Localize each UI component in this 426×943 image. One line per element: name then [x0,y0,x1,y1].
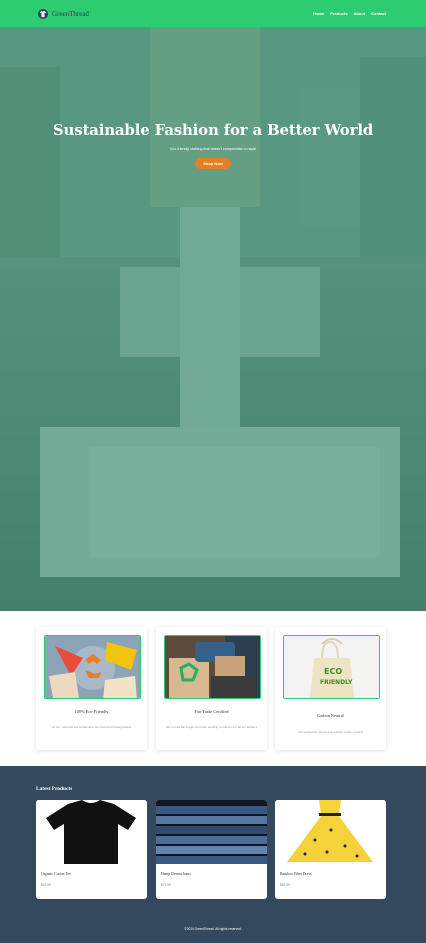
product-price: $69.99 [280,883,290,887]
hero-content: Sustainable Fashion for a Better World E… [0,121,426,170]
product-card[interactable]: Hemp Denim Jeans $79.99 [156,800,267,899]
hero-title: Sustainable Fashion for a Better World [52,121,374,139]
main-nav: Home Products About Contact [313,11,386,16]
shirt-icon [38,8,48,19]
hero-section: Sustainable Fashion for a Better World E… [0,27,426,611]
feature-card-carbon: ECO FRIENDLY Carbon Neutral Our producti… [275,627,386,750]
yellow-dress-image [275,800,386,864]
feature-title: Carbon Neutral [317,713,344,718]
nav-contact[interactable]: Contact [371,11,386,16]
site-header: GreenThread Home Products About Contact [0,0,426,27]
product-card[interactable]: Bamboo Fiber Dress $69.99 [275,800,386,899]
feature-text: We ensure fair wages and safe working co… [165,725,258,729]
recycle-symbol-image [44,635,141,699]
product-price: $79.99 [161,883,171,887]
nav-about[interactable]: About [354,11,366,16]
feature-text: Our production process is entirely carbo… [298,730,363,734]
product-price: $29.99 [41,883,51,887]
feature-title: 100% Eco-Friendly [74,709,109,714]
latest-products-section: Latest Products Organic Cotton Tee $29.9… [0,766,426,943]
feature-card-eco: 100% Eco-Friendly All our materials are … [36,627,147,750]
feature-title: Fair Trade Certified [194,709,229,714]
recycling-box-image [164,635,261,699]
product-name: Organic Cotton Tee [41,872,71,876]
feature-text: All our materials are sustainably source… [51,725,132,729]
shop-now-button[interactable]: Shop Now [195,158,231,169]
hero-subtitle: Eco-friendly clothing that doesn't compr… [170,147,256,151]
tote-bag-image: ECO FRIENDLY [283,635,380,699]
footer-copyright: ©2024 GreenThread. All rights reserved. [184,927,242,931]
features-section: 100% Eco-Friendly All our materials are … [0,611,426,767]
product-name: Bamboo Fiber Dress [280,872,312,876]
products-heading: Latest Products [36,786,73,792]
brand-name: GreenThread [52,9,89,18]
hero-overlay [0,27,426,611]
brand[interactable]: GreenThread [38,8,89,19]
product-card[interactable]: Organic Cotton Tee $29.99 [36,800,147,899]
black-t-shirt-image [36,800,147,864]
nav-home[interactable]: Home [313,11,324,16]
feature-card-fair-trade: Fair Trade Certified We ensure fair wage… [156,627,267,750]
product-name: Hemp Denim Jeans [161,872,191,876]
svg-text:FRIENDLY: FRIENDLY [320,679,353,686]
nav-products[interactable]: Products [330,11,347,16]
folded-denim-image [156,800,267,864]
svg-text:ECO: ECO [324,667,342,676]
